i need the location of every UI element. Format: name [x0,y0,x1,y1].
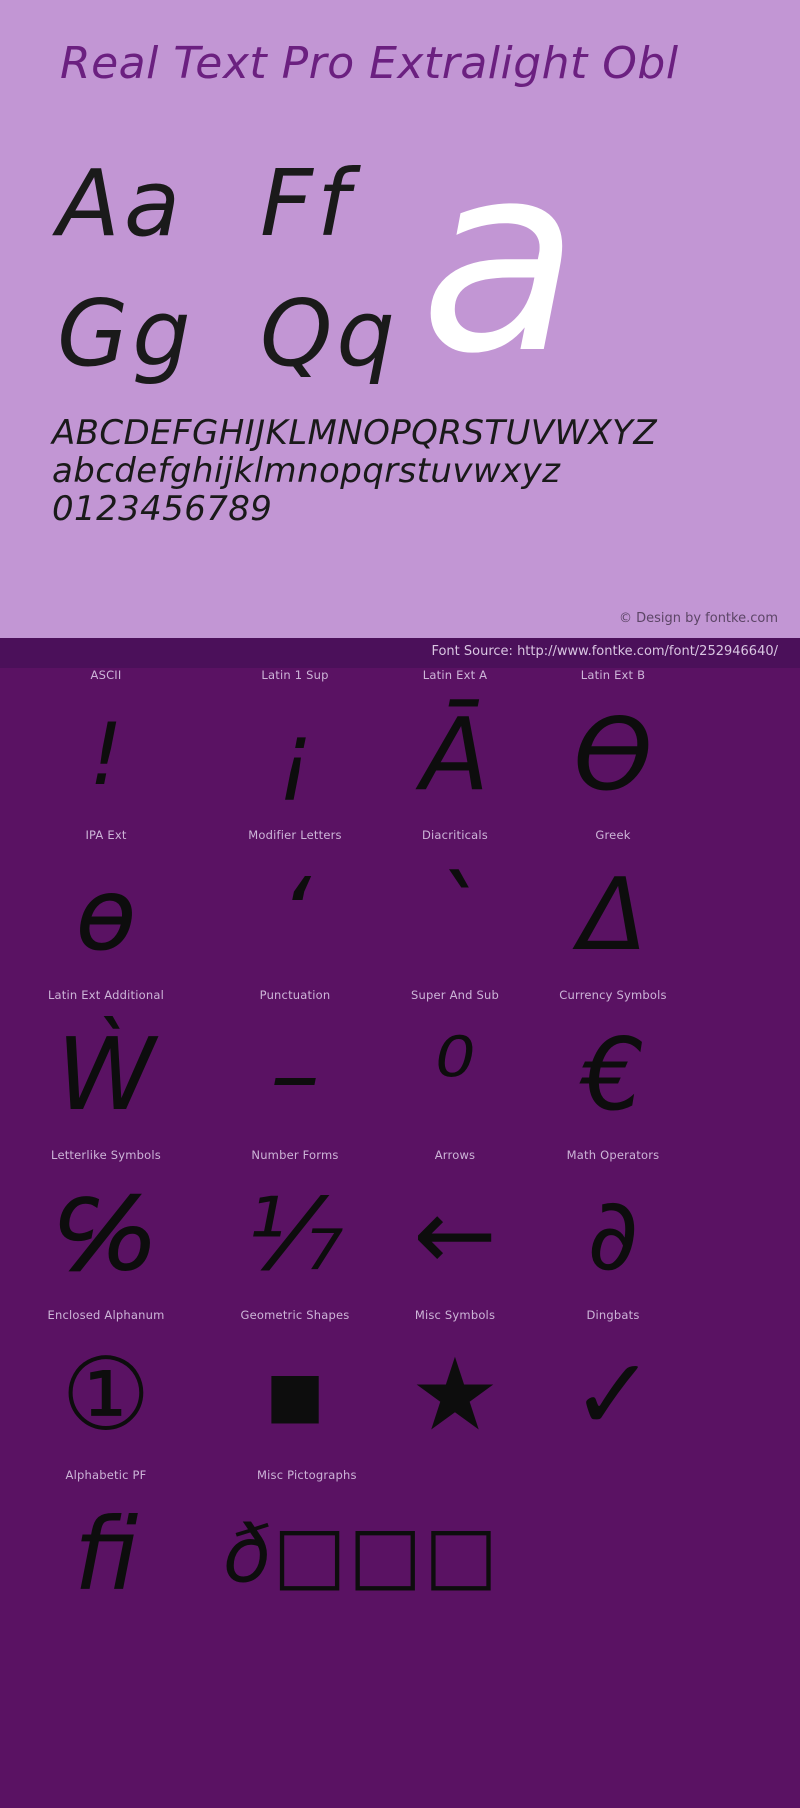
glyph-sample: ɵ [75,856,137,973]
glyph-cell-currency-symbols[interactable]: Currency Symbols € [513,988,713,1148]
glyph-cell-ipa-ext[interactable]: IPA Ext ɵ [6,828,206,988]
glyph-cell-label: Misc Pictographs [257,1468,357,1482]
glyph-cell-label: Math Operators [566,1148,660,1162]
alphabet-lowercase: abcdefghijklmnopqrstuvwxyz [52,451,561,491]
glyph-map-row: Letterlike Symbols ℅ Number Forms ⅐ Arro… [0,1148,800,1308]
font-source-url[interactable]: Font Source: http://www.fontke.com/font/… [431,644,778,659]
letter-pair-gg: Gg [57,280,195,387]
alphabet-uppercase: ABCDEFGHIJKLMNOPQRSTUVWXYZ [52,413,658,453]
font-specimen-page: Real Text Pro Extralight Obl Aa Ff Gg Qq… [0,0,800,1808]
specimen-panel: Real Text Pro Extralight Obl Aa Ff Gg Qq… [0,0,800,638]
glyph-cell-label: Enclosed Alphanum [47,1308,165,1322]
glyph-sample: Ɵ [573,696,653,813]
glyph-sample: ! [88,705,124,805]
glyph-cell-label: Latin Ext Additional [47,988,165,1002]
glyph-cell-alphabetic-pf[interactable]: Alphabetic PF ﬁ [6,1468,206,1648]
glyph-map-row: Enclosed Alphanum ① Geometric Shapes ■ M… [0,1308,800,1468]
digits-line: 0123456789 [52,489,273,529]
glyph-sample: Δ [578,856,648,973]
glyph-sample: ℅ [57,1176,155,1293]
glyph-cell-label: Alphabetic PF [65,1468,147,1482]
glyph-cell-misc-pictographs[interactable]: Misc Pictographs ð□□□ [195,1468,615,1648]
glyph-map-row: Latin Ext Additional Ẁ Punctuation – Sup… [0,988,800,1148]
glyph-cell-greek[interactable]: Greek Δ [513,828,713,988]
glyph-sample: ð□□□ [223,1510,500,1600]
glyph-map-row: ASCII ! Latin 1 Sup ¡ Latin Ext A Ā Lati… [0,668,800,828]
glyph-cell-letterlike-symbols[interactable]: Letterlike Symbols ℅ [6,1148,206,1308]
alphabet-block: ABCDEFGHIJKLMNOPQRSTUVWXYZ abcdefghijklm… [52,414,752,528]
letter-pair-aa: Aa [57,150,185,257]
glyph-sample: ① [61,1336,151,1453]
glyph-cell-label: ASCII [90,668,122,682]
glyph-cell-enclosed-alphanum[interactable]: Enclosed Alphanum ① [6,1308,206,1468]
glyph-cell-ascii[interactable]: ASCII ! [6,668,206,828]
glyph-cell-math-operators[interactable]: Math Operators ∂ [513,1148,713,1308]
glyph-map-row: Alphabetic PF ﬁ Misc Pictographs ð□□□ [0,1468,800,1648]
glyph-cell-dingbats[interactable]: Dingbats ✓ [513,1308,713,1468]
glyph-sample: ✓ [571,1336,655,1453]
design-credit: © Design by fontke.com [618,611,778,626]
glyph-cell-label: Currency Symbols [559,988,667,1002]
letter-pair-grid: Aa Ff Gg Qq [55,150,755,400]
glyph-cell-latin-ext-b[interactable]: Latin Ext B Ɵ [513,668,713,828]
glyph-sample: € [581,1016,645,1133]
font-source-bar: Font Source: http://www.fontke.com/font/… [0,638,800,668]
glyph-cell-label: Latin Ext B [580,668,646,682]
glyph-sample: ﬁ [73,1496,139,1613]
glyph-sample: ∂ [587,1176,639,1293]
letter-pair-qq: Qq [260,280,399,387]
glyph-map-row: IPA Ext ɵ Modifier Letters ʻ Diacritical… [0,828,800,988]
glyph-cell-label: Greek [595,828,631,842]
font-title: Real Text Pro Extralight Obl [60,38,679,89]
letter-pair-ff: Ff [260,150,354,257]
glyph-cell-label: IPA Ext [85,828,127,842]
glyph-map: ASCII ! Latin 1 Sup ¡ Latin Ext A Ā Lati… [0,668,800,1808]
feature-glyph: a [420,109,580,411]
glyph-cell-label: Letterlike Symbols [51,1148,161,1162]
glyph-cell-label: Dingbats [586,1308,640,1322]
glyph-cell-latin-ext-additional[interactable]: Latin Ext Additional Ẁ [6,988,206,1148]
glyph-sample: Ẁ [56,1016,156,1133]
